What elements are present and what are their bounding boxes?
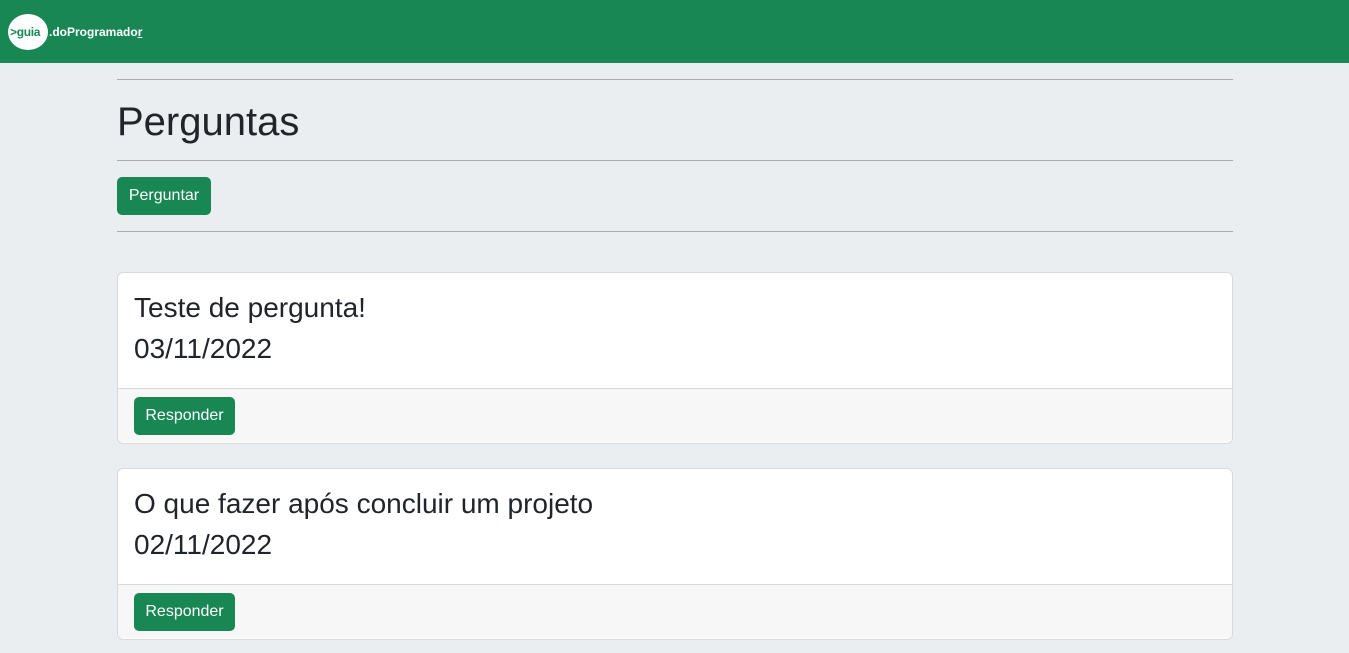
question-card-body: Teste de pergunta! 03/11/2022	[118, 273, 1232, 388]
question-card: O que fazer após concluir um projeto 02/…	[117, 468, 1233, 640]
question-card-body: O que fazer após concluir um projeto 02/…	[118, 469, 1232, 584]
question-date: 03/11/2022	[134, 333, 273, 364]
question-title: Teste de pergunta!	[134, 292, 366, 323]
divider-under-button	[117, 231, 1233, 232]
reply-button[interactable]: Responder	[134, 593, 235, 631]
brand-logo-link[interactable]: >guia .doProgramado r	[8, 14, 142, 50]
brand-logo-name: .doProgramado	[49, 25, 138, 39]
question-card-footer: Responder	[118, 388, 1232, 442]
reply-button[interactable]: Responder	[134, 397, 235, 435]
ask-question-button[interactable]: Perguntar	[117, 177, 211, 215]
question-date: 02/11/2022	[134, 529, 273, 560]
question-card: Teste de pergunta! 03/11/2022 Responder	[117, 272, 1233, 444]
top-navbar: >guia .doProgramado r	[0, 0, 1349, 63]
brand-logo-cursor: r	[137, 25, 143, 39]
brand-logo-badge: >guia	[8, 14, 48, 50]
question-title: O que fazer após concluir um projeto	[134, 488, 594, 519]
page-title: Perguntas	[117, 100, 300, 144]
divider-top	[117, 79, 1233, 80]
divider-under-title	[117, 160, 1233, 161]
question-card-footer: Responder	[118, 584, 1232, 638]
brand-logo-prefix: >guia	[10, 25, 41, 39]
